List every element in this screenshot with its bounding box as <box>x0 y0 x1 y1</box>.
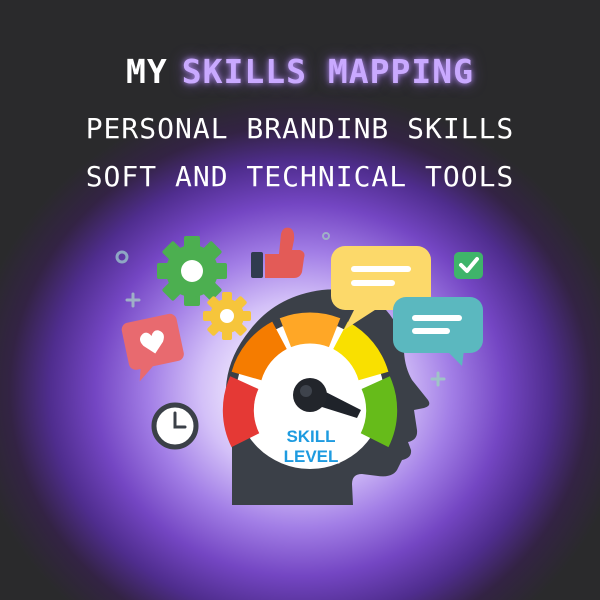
skills-mapping-poster: MY SKILLS MAPPING PERSONAL BRANDINB SKILL… <box>0 0 600 600</box>
heart-icon <box>121 313 184 382</box>
check-icon <box>454 252 483 279</box>
thumbs-up-icon <box>251 227 305 278</box>
gauge-label-line-1: SKILL <box>286 427 335 446</box>
clock-icon <box>151 402 199 450</box>
chat-bubble-icon <box>393 297 483 366</box>
gear-icon <box>157 236 227 306</box>
gauge-label-line-2: LEVEL <box>284 447 339 466</box>
illustration: SKILL LEVEL <box>115 227 483 505</box>
gear-icon <box>203 292 251 340</box>
